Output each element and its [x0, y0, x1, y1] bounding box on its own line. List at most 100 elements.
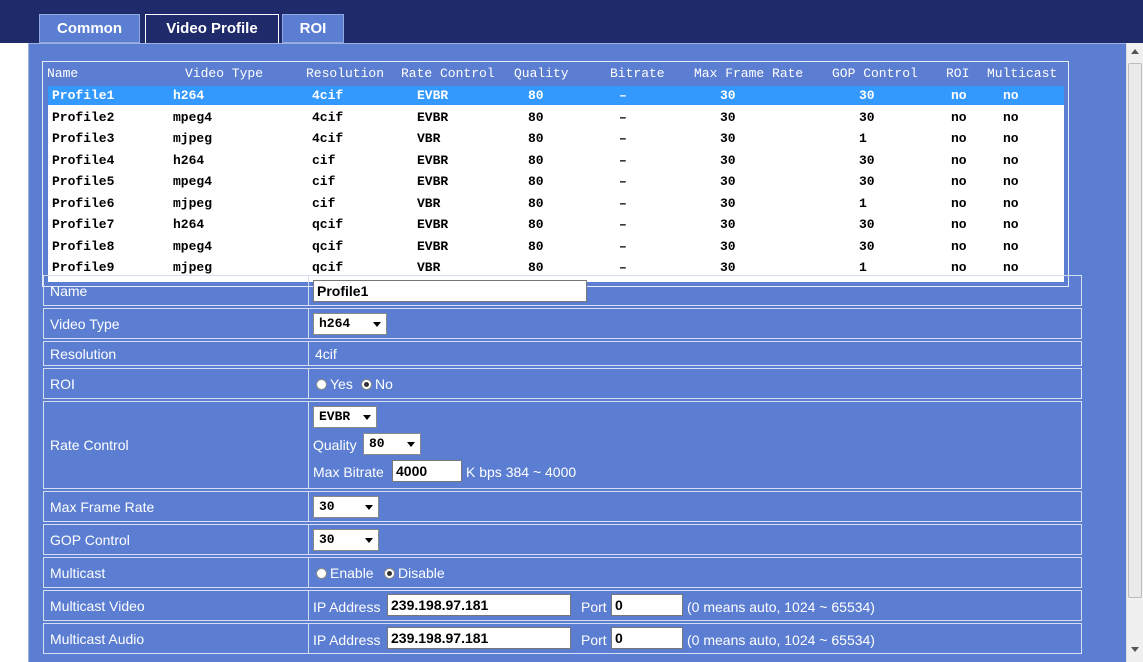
- multicast-enable-radio[interactable]: [316, 568, 327, 579]
- list-item[interactable]: Profile2 mpeg4 4cif EVBR 80 – 30 30 no no: [48, 108, 1064, 127]
- list-cell: –: [619, 152, 627, 168]
- list-cell: mjpeg: [173, 131, 213, 146]
- list-item[interactable]: Profile3 mjpeg 4cif VBR 80 – 30 1 no no: [48, 129, 1064, 148]
- vertical-scrollbar[interactable]: [1126, 43, 1143, 662]
- list-cell: 4cif: [312, 109, 344, 125]
- multicast-enable-label: Enable: [330, 565, 374, 581]
- list-cell: –: [619, 109, 627, 125]
- list-item[interactable]: Profile6 mjpeg cif VBR 80 – 30 1 no no: [48, 194, 1064, 213]
- list-cell: 80: [528, 195, 544, 211]
- video-type-label: Video Type: [44, 309, 309, 338]
- list-cell: no: [1003, 88, 1019, 103]
- list-item[interactable]: Profile5 mpeg4 cif EVBR 80 – 30 30 no no: [48, 172, 1064, 191]
- scrollbar-thumb[interactable]: [1128, 63, 1142, 598]
- list-cell: Profile3: [52, 131, 115, 146]
- list-cell: 30: [720, 195, 736, 211]
- max-frame-rate-select[interactable]: 30: [313, 496, 379, 518]
- roi-label: ROI: [44, 369, 309, 398]
- name-input[interactable]: Profile1: [313, 280, 587, 302]
- rate-control-select[interactable]: EVBR: [313, 406, 377, 428]
- list-cell: h264: [173, 152, 205, 168]
- list-cell: Profile5: [52, 174, 115, 189]
- list-item[interactable]: Profile4 h264 cif EVBR 80 – 30 30 no no: [48, 151, 1064, 170]
- resolution-value: 4cif: [315, 346, 337, 362]
- row-name: Name Profile1: [43, 275, 1082, 306]
- gop-control-selected-value: 30: [319, 532, 335, 547]
- list-cell: EVBR: [417, 174, 449, 189]
- roi-no-radio[interactable]: [361, 379, 372, 390]
- list-cell: no: [1003, 238, 1019, 254]
- row-multicast-audio: Multicast Audio IP Address 239.198.97.18…: [43, 623, 1082, 654]
- tab-video-profile[interactable]: Video Profile: [145, 14, 279, 43]
- column-header-max-frame-rate: Max Frame Rate: [694, 66, 804, 81]
- list-cell: Profile4: [52, 152, 115, 168]
- max-bitrate-input[interactable]: 4000: [392, 460, 462, 482]
- list-item[interactable]: Profile8 mpeg4 qcif EVBR 80 – 30 30 no no: [48, 237, 1064, 256]
- list-cell: VBR: [417, 131, 441, 146]
- chevron-down-icon: [373, 322, 381, 327]
- row-gop-control: GOP Control 30: [43, 524, 1082, 555]
- row-multicast-video: Multicast Video IP Address 239.198.97.18…: [43, 590, 1082, 621]
- column-header-roi: ROI: [946, 66, 970, 81]
- multicast-disable-radio[interactable]: [384, 568, 395, 579]
- scroll-down-arrow-icon[interactable]: [1131, 647, 1139, 652]
- list-cell: 30: [720, 131, 736, 146]
- list-cell: 30: [859, 152, 875, 168]
- gop-control-value-cell: 30: [309, 525, 1081, 554]
- multicast-video-port-label: Port: [581, 599, 607, 615]
- list-item[interactable]: Profile7 h264 qcif EVBR 80 – 30 30 no no: [48, 215, 1064, 234]
- max-bitrate-label: Max Bitrate: [313, 464, 384, 480]
- multicast-audio-port-label: Port: [581, 632, 607, 648]
- list-cell: EVBR: [417, 109, 449, 125]
- multicast-audio-port-input[interactable]: 0: [611, 627, 683, 649]
- name-value-cell: Profile1: [309, 276, 1081, 305]
- list-cell: 1: [859, 195, 867, 211]
- list-cell: 80: [528, 109, 544, 125]
- max-frame-rate-value-cell: 30: [309, 492, 1081, 521]
- row-video-type: Video Type h264: [43, 308, 1082, 339]
- multicast-audio-ip-input[interactable]: 239.198.97.181: [387, 627, 571, 649]
- list-cell: h264: [173, 217, 205, 232]
- profile-listbox[interactable]: Profile1 h264 4cif EVBR 80 – 30 30 no no Profile2 m…: [48, 86, 1064, 282]
- roi-yes-radio[interactable]: [316, 379, 327, 390]
- list-cell: –: [619, 88, 627, 103]
- list-cell: –: [619, 238, 627, 254]
- gop-control-label: GOP Control: [44, 525, 309, 554]
- multicast-video-ip-input[interactable]: 239.198.97.181: [387, 594, 571, 616]
- list-cell: –: [619, 174, 627, 189]
- list-cell: 30: [859, 217, 875, 232]
- row-multicast: Multicast Enable Disable: [43, 557, 1082, 588]
- list-cell: no: [1003, 174, 1019, 189]
- roi-no-label: No: [375, 376, 393, 392]
- list-cell: 30: [720, 109, 736, 125]
- list-cell: –: [619, 217, 627, 232]
- multicast-label: Multicast: [44, 558, 309, 587]
- rate-control-label: Rate Control: [44, 402, 309, 488]
- list-cell: mjpeg: [173, 195, 213, 211]
- list-cell: 80: [528, 217, 544, 232]
- multicast-audio-port-hint: (0 means auto, 1024 ~ 65534): [687, 632, 875, 648]
- column-header-quality: Quality: [514, 66, 569, 81]
- gop-control-select[interactable]: 30: [313, 529, 379, 551]
- list-cell: no: [1003, 217, 1019, 232]
- list-cell: Profile8: [52, 238, 115, 254]
- row-rate-control: Rate Control EVBR Quality 80 Max Bitrate…: [43, 401, 1082, 489]
- rate-control-value-cell: EVBR Quality 80 Max Bitrate 4000 K bps 3…: [309, 402, 1081, 488]
- quality-select[interactable]: 80: [363, 433, 421, 455]
- list-cell: Profile6: [52, 195, 115, 211]
- list-cell: 4cif: [312, 88, 344, 103]
- scroll-up-arrow-icon[interactable]: [1131, 49, 1139, 54]
- multicast-audio-value-cell: IP Address 239.198.97.181 Port 0 (0 mean…: [309, 624, 1081, 653]
- list-cell: no: [1003, 152, 1019, 168]
- tab-roi[interactable]: ROI: [282, 14, 344, 43]
- list-cell: cif: [312, 152, 336, 168]
- list-cell: no: [951, 195, 967, 211]
- column-header-bitrate: Bitrate: [610, 66, 665, 81]
- list-item[interactable]: Profile1 h264 4cif EVBR 80 – 30 30 no no: [48, 86, 1064, 105]
- list-cell: no: [1003, 195, 1019, 211]
- tab-common[interactable]: Common: [39, 14, 140, 43]
- list-cell: 80: [528, 131, 544, 146]
- video-type-select[interactable]: h264: [313, 313, 387, 335]
- list-cell: 80: [528, 88, 544, 103]
- multicast-video-port-input[interactable]: 0: [611, 594, 683, 616]
